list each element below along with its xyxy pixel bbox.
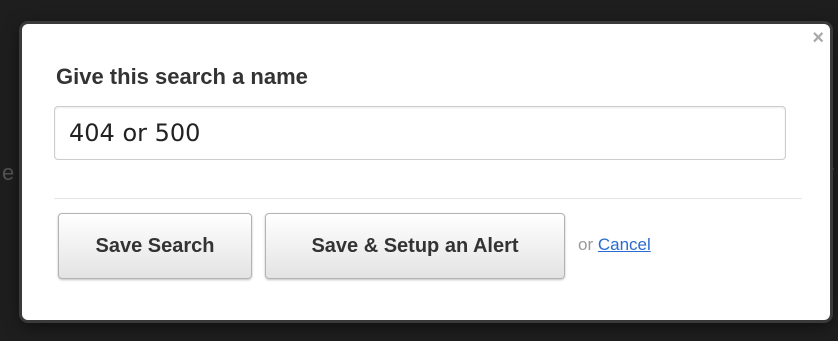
close-icon[interactable]: × bbox=[812, 28, 824, 48]
or-text: or bbox=[578, 235, 594, 254]
cancel-link[interactable]: Cancel bbox=[598, 235, 651, 254]
save-search-button[interactable]: Save Search bbox=[58, 213, 252, 279]
dialog-title: Give this search a name bbox=[56, 64, 308, 89]
backdrop-partial-glyph: e bbox=[2, 160, 15, 185]
cancel-row: or Cancel bbox=[578, 235, 651, 255]
save-setup-alert-button[interactable]: Save & Setup an Alert bbox=[265, 213, 565, 279]
save-search-dialog: × Give this search a name Save Search Sa… bbox=[22, 24, 830, 320]
search-name-input[interactable] bbox=[54, 106, 786, 160]
divider bbox=[54, 198, 802, 199]
